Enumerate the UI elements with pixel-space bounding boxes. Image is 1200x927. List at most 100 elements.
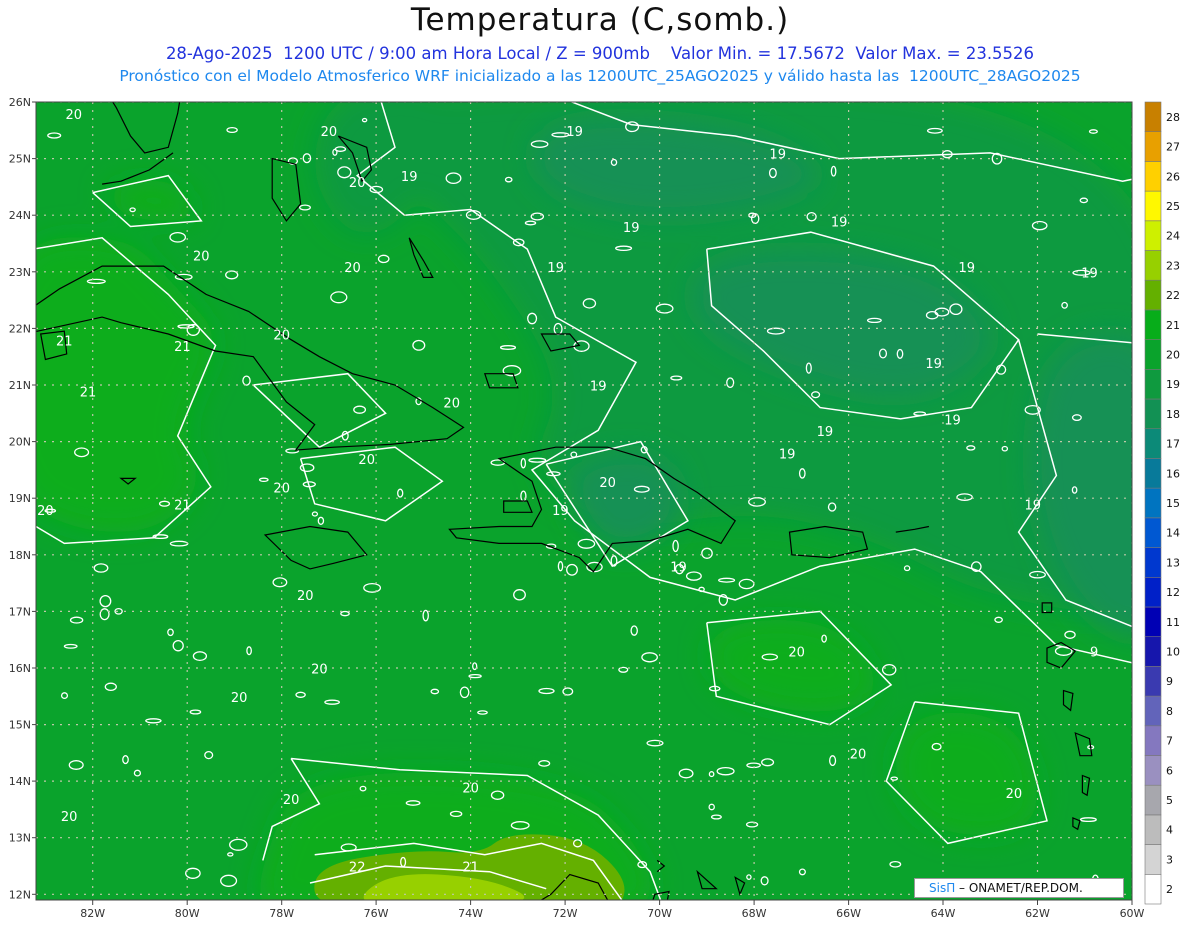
- lat-tick-label: 13N: [9, 832, 31, 845]
- contour-label-19: 19: [831, 216, 848, 231]
- lat-tick-label: 25N: [9, 153, 31, 166]
- colorbar-swatch-3: [1144, 844, 1162, 875]
- colorbar-label-3: 3: [1166, 853, 1173, 866]
- lat-tick-label: 22N: [9, 322, 31, 335]
- colorbar-label-12: 12: [1166, 586, 1180, 599]
- contour-label-20: 20: [273, 482, 290, 497]
- contour-label-21: 21: [462, 861, 479, 876]
- colorbar-label-28: 28: [1166, 111, 1180, 124]
- credit-text: – ONAMET/REP.DOM.: [955, 881, 1083, 895]
- credit-box: SisΠ – ONAMET/REP.DOM.: [914, 878, 1124, 898]
- lon-tick-label: 62W: [1025, 907, 1050, 920]
- contour-label-20: 20: [462, 782, 479, 797]
- lat-tick-label: 14N: [9, 775, 31, 788]
- colorbar-swatch-8: [1144, 695, 1162, 727]
- colorbar-swatch-17: [1144, 428, 1162, 459]
- contour-label-19: 19: [925, 357, 942, 372]
- colorbar-swatch-15: [1144, 487, 1162, 519]
- lon-tick-label: 78W: [269, 907, 294, 920]
- contour-label-9: 9: [1090, 646, 1098, 661]
- temperature-map: 202020 1919192020 1919 1919 1921 212019192021…: [9, 62, 1180, 920]
- colorbar-label-9: 9: [1166, 675, 1173, 688]
- colorbar-label-25: 25: [1166, 200, 1180, 213]
- contour-label-20: 20: [283, 793, 300, 808]
- coast-honduras: [36, 723, 37, 725]
- colorbar-swatch-7: [1144, 725, 1162, 756]
- contour-label-19: 19: [1081, 266, 1098, 281]
- lon-tick-label: 74W: [458, 907, 483, 920]
- lat-tick-label: 24N: [9, 209, 31, 222]
- contour-label-20: 20: [443, 397, 460, 412]
- contour-label-19: 19: [944, 414, 961, 429]
- colorbar-swatch-10: [1144, 636, 1162, 667]
- colorbar-label-6: 6: [1166, 764, 1173, 777]
- coast-grand-bahama: [234, 62, 286, 73]
- colorbar-swatch-21: [1144, 309, 1162, 340]
- colorbar-label-22: 22: [1166, 289, 1180, 302]
- colorbar-label-24: 24: [1166, 230, 1180, 243]
- lon-tick-label: 70W: [647, 907, 672, 920]
- colorbar-swatch-4: [1144, 814, 1162, 845]
- colorbar-label-26: 26: [1166, 170, 1180, 183]
- contour-label-19: 19: [958, 261, 975, 276]
- colorbar-label-2: 2: [1166, 883, 1173, 896]
- contour-label-19: 19: [670, 561, 687, 576]
- colorbar-swatch-18: [1144, 398, 1162, 430]
- colorbar-swatch-20: [1144, 339, 1162, 370]
- colorbar-swatch-16: [1144, 458, 1162, 489]
- contour-label-19: 19: [552, 504, 569, 519]
- colorbar-swatch-27: [1144, 131, 1162, 162]
- contour-label-20: 20: [273, 329, 290, 344]
- contour-label-19: 19: [769, 148, 786, 163]
- colorbar-swatch-11: [1144, 606, 1162, 638]
- colorbar-label-11: 11: [1166, 616, 1180, 629]
- lat-tick-label: 12N: [9, 888, 31, 901]
- colorbar-label-13: 13: [1166, 556, 1180, 569]
- colorbar-label-20: 20: [1166, 349, 1180, 362]
- colorbar-swatch-14: [1144, 517, 1162, 548]
- contour-label-21: 21: [174, 340, 191, 355]
- colorbar-swatch-26: [1144, 161, 1162, 192]
- colorbar-swatch-28: [1144, 101, 1162, 133]
- colorbar-label-15: 15: [1166, 497, 1180, 510]
- colorbar-swatch-2: [1144, 873, 1162, 905]
- colorbar-swatch-19: [1144, 368, 1162, 400]
- lat-tick-label: 17N: [9, 605, 31, 618]
- contour-label-21: 21: [80, 385, 97, 400]
- colorbar-label-7: 7: [1166, 735, 1173, 748]
- colorbar-swatch-22: [1144, 279, 1162, 311]
- coast-nicaragua: [36, 724, 37, 730]
- colorbar-swatch-12: [1144, 576, 1162, 608]
- contour-label-20: 20: [297, 589, 314, 604]
- colorbar-label-23: 23: [1166, 259, 1180, 272]
- contour-label-19: 19: [566, 125, 583, 140]
- lat-tick-label: 26N: [9, 96, 31, 109]
- contour-label-19: 19: [401, 170, 418, 185]
- contour-label-20: 20: [321, 125, 338, 140]
- colorbar-swatch-6: [1144, 755, 1162, 786]
- contour-label-20: 20: [358, 453, 375, 468]
- lon-tick-label: 72W: [553, 907, 578, 920]
- colorbar-swatch-13: [1144, 547, 1162, 578]
- contour-label-22: 22: [349, 861, 366, 876]
- colorbar-label-17: 17: [1166, 438, 1180, 451]
- color-legend: 2345678910111213141516171819202122232425…: [1144, 101, 1180, 905]
- colorbar-label-10: 10: [1166, 646, 1180, 659]
- contour-label-19: 19: [590, 380, 607, 395]
- contour-label-20: 20: [850, 748, 867, 763]
- colorbar-swatch-23: [1144, 250, 1162, 281]
- colorbar-label-4: 4: [1166, 824, 1173, 837]
- colorbar-swatch-24: [1144, 220, 1162, 251]
- contour-label-20: 20: [1006, 787, 1023, 802]
- contour-label-19: 19: [779, 448, 796, 463]
- lon-tick-label: 66W: [836, 907, 861, 920]
- lon-tick-label: 80W: [175, 907, 200, 920]
- colorbar-swatch-25: [1144, 190, 1162, 222]
- colorbar-swatch-5: [1144, 784, 1162, 816]
- contour-label-21: 21: [56, 334, 73, 349]
- contour-label-20: 20: [61, 810, 78, 825]
- lon-tick-label: 76W: [364, 907, 389, 920]
- contour-label-20: 20: [231, 691, 248, 706]
- sispi-logo: SisΠ: [929, 881, 956, 895]
- lon-tick-label: 64W: [931, 907, 956, 920]
